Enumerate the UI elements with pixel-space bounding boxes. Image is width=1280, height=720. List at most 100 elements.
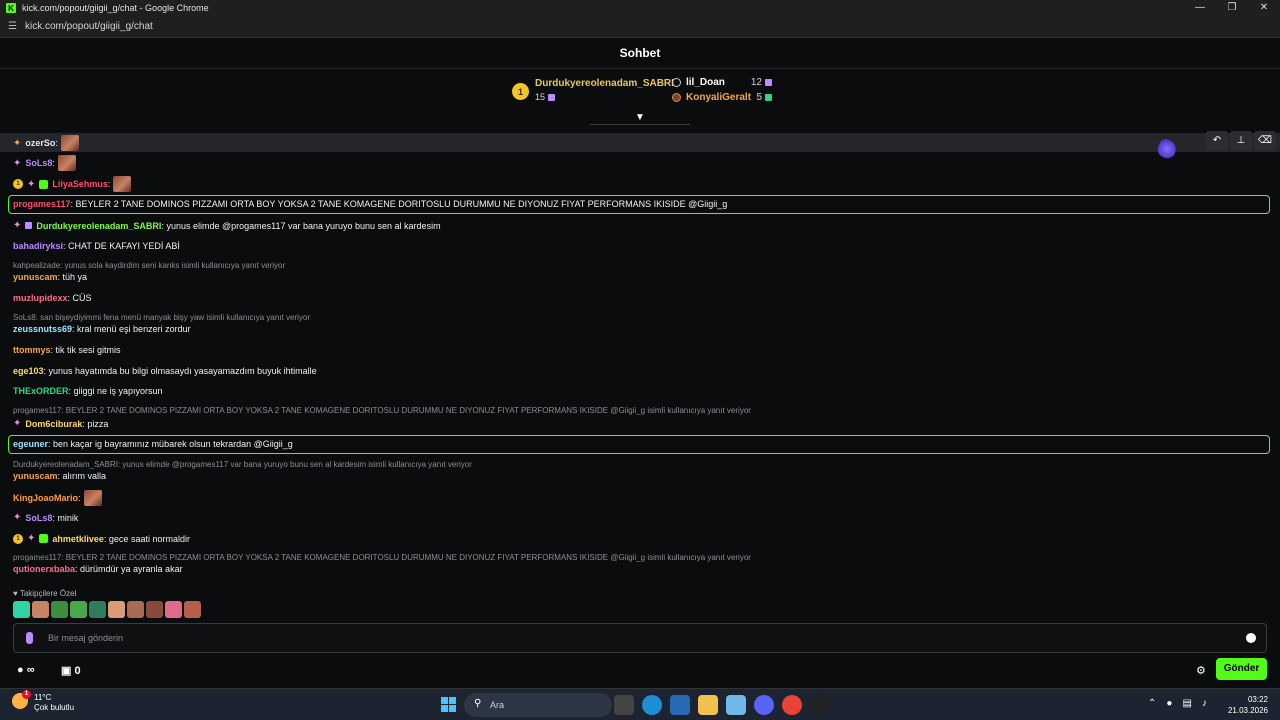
emote-icon[interactable] <box>165 601 182 618</box>
store-app-icon[interactable] <box>670 695 690 715</box>
message-user[interactable]: LiiyaSehmus <box>52 179 108 189</box>
chat-message[interactable]: 1 ✦ ahmetklivee : gece saati normaldir <box>13 533 190 544</box>
pin-icon[interactable]: ⊥ <box>1230 131 1252 151</box>
message-user[interactable]: yunuscam <box>13 471 58 481</box>
emote-icon[interactable] <box>184 601 201 618</box>
emote-icon[interactable] <box>51 601 68 618</box>
message-user[interactable]: yunuscam <box>13 272 58 282</box>
chat-message[interactable]: ✦ SoLs8 : minik <box>13 512 78 523</box>
reply-icon[interactable]: ↶ <box>1206 131 1228 151</box>
message-text: : giiggi ne iş yapıyorsun <box>68 386 163 396</box>
chat-message[interactable]: THExORDER : giiggi ne iş yapıyorsun <box>13 386 163 396</box>
message-user[interactable]: qutionerxbaba <box>13 564 75 574</box>
emote-icon[interactable] <box>146 601 163 618</box>
network-icon[interactable]: ▤ <box>1182 698 1191 709</box>
close-icon[interactable]: ✕ <box>1248 0 1280 16</box>
chat-message[interactable]: bahadiryksi : CHAT DE KAFAYI YEDİ ABİ <box>13 241 180 251</box>
message-user[interactable]: ege103 <box>13 366 44 376</box>
app-icon[interactable] <box>810 695 830 715</box>
weather-widget[interactable]: 1 11°C Çok bulutlu <box>12 690 74 713</box>
edge-icon[interactable] <box>642 695 662 715</box>
chat-message[interactable]: ttommys : tik tik sesi gitmis <box>13 345 121 355</box>
butterfly-badge-icon: ✦ <box>13 512 22 523</box>
maximize-icon[interactable]: ❐ <box>1216 0 1248 16</box>
message-user[interactable]: SoLs8 <box>25 158 52 168</box>
chat-message[interactable]: egeuner : ben kaçar ig bayramınız mübare… <box>13 439 293 449</box>
reply-context[interactable]: Durdukyereolenadam_SABRI: yunus elimde @… <box>13 460 472 469</box>
message-text: : <box>107 179 111 189</box>
chat-message[interactable]: ✦ SoLs8 : <box>13 155 76 171</box>
chat-message[interactable]: muzlupidexx : CÜS <box>13 293 92 303</box>
reply-context[interactable]: progames117: BEYLER 2 TANE DOMINOS PIZZA… <box>13 553 751 562</box>
task-view-icon[interactable] <box>614 695 634 715</box>
microphone-icon[interactable] <box>26 632 33 644</box>
minimize-icon[interactable]: — <box>1184 0 1216 16</box>
settings-gear-icon[interactable]: ⚙ <box>1196 664 1206 677</box>
chat-message[interactable]: ✦ Durdukyereolenadam_SABRI : yunus elimd… <box>13 220 441 231</box>
collapse-icon[interactable]: ▼ <box>634 113 646 123</box>
gift-badge-icon <box>25 222 33 229</box>
message-user[interactable]: Durdukyereolenadam_SABRI <box>36 221 161 231</box>
message-input[interactable]: Bir mesaj gönderin <box>13 623 1267 653</box>
chat-message[interactable]: ✦ Dom6ciburak : pizza <box>13 418 108 429</box>
message-user[interactable]: ttommys <box>13 345 51 355</box>
address-bar[interactable]: ☰ kick.com/popout/giigii_g/chat <box>0 16 1280 38</box>
reply-context[interactable]: SoLs8: san bişeydiyimmi fena menü manyak… <box>13 313 310 322</box>
chat-message[interactable]: ege103 : yunus hayatımda bu bilgi olmasa… <box>13 366 317 376</box>
chrome-icon[interactable] <box>782 695 802 715</box>
chat-message[interactable]: 1 ✦ LiiyaSehmus : <box>13 176 132 192</box>
volume-icon[interactable]: ♪ <box>1202 698 1207 709</box>
clock[interactable]: 03:22 21.03.2026 <box>1228 694 1268 716</box>
emote-icon[interactable] <box>89 601 106 618</box>
delete-icon[interactable]: ⌫ <box>1254 131 1276 151</box>
chat-footer: ● ∞ ▣ 0 ⚙ Gönder <box>0 656 1280 686</box>
chat-message[interactable]: zeussnutss69 : kral menü eşi benzeri zor… <box>13 324 191 334</box>
microphone-tray-icon[interactable]: ● <box>1166 698 1172 709</box>
site-settings-icon[interactable]: ☰ <box>8 21 17 32</box>
message-user[interactable]: KingJoaoMario <box>13 493 78 503</box>
leaderboard-name: lil_Doan <box>686 77 725 88</box>
chat-message[interactable]: yunuscam : tüh ya <box>13 272 87 282</box>
emote-icon[interactable] <box>108 601 125 618</box>
chat-message[interactable]: ✦ ozerSo : <box>13 135 79 151</box>
leaderboard-top-count: 15 <box>535 92 546 102</box>
start-icon[interactable] <box>441 697 456 712</box>
emote-icon[interactable] <box>127 601 144 618</box>
message-user[interactable]: THExORDER <box>13 386 69 396</box>
reply-context[interactable]: progames117: BEYLER 2 TANE DOMINOS PIZZA… <box>13 406 751 415</box>
message-user[interactable]: zeussnutss69 <box>13 324 72 334</box>
message-user[interactable]: Dom6ciburak <box>25 419 82 429</box>
message-user[interactable]: muzlupidexx <box>13 293 68 303</box>
chat-message[interactable]: progames117 : BEYLER 2 TANE DOMINOS PIZZ… <box>13 199 727 209</box>
message-user[interactable]: ahmetklivee <box>52 534 104 544</box>
leaderboard-row[interactable]: lil_Doan 12 <box>672 77 772 88</box>
emote-icon[interactable] <box>32 601 49 618</box>
chevron-up-icon[interactable]: ⌃ <box>1148 698 1156 709</box>
channel-points[interactable]: ● ∞ <box>17 664 35 676</box>
url-text[interactable]: kick.com/popout/giigii_g/chat <box>25 21 153 32</box>
chat-message[interactable]: qutionerxbaba : dürümdür ya ayranla akar <box>13 564 183 574</box>
discord-icon[interactable] <box>754 695 774 715</box>
emoji-icon[interactable] <box>1246 633 1256 643</box>
send-button[interactable]: Gönder <box>1216 658 1267 680</box>
weather-temp: 11°C <box>34 693 52 702</box>
emote-icon <box>83 490 102 506</box>
message-user[interactable]: egeuner <box>13 439 48 449</box>
chat-message[interactable]: yunuscam : alırım valla <box>13 471 106 481</box>
message-text: : kral menü eşi benzeri zordur <box>72 324 191 334</box>
message-user[interactable]: ozerSo <box>25 138 55 148</box>
leaderboard-row[interactable]: KonyaliGeralt 5 <box>672 92 772 103</box>
emote-icon[interactable] <box>13 601 30 618</box>
leaderboard-name: KonyaliGeralt <box>686 92 752 103</box>
reply-context[interactable]: kahpealizade: yunus sola kaydirdim seni … <box>13 261 285 270</box>
store-button[interactable]: ▣ 0 <box>61 664 81 677</box>
taskbar-search[interactable]: ⚲ Ara <box>464 693 612 717</box>
leaderboard-top[interactable]: 1 Durdukyereolenadam_SABRI 15 <box>512 78 674 102</box>
message-user[interactable]: SoLs8 <box>25 513 52 523</box>
folder-icon[interactable] <box>698 695 718 715</box>
message-user[interactable]: progames117 <box>13 199 71 209</box>
emote-icon[interactable] <box>70 601 87 618</box>
chat-message[interactable]: KingJoaoMario : <box>13 490 102 506</box>
settings-app-icon[interactable] <box>726 695 746 715</box>
message-user[interactable]: bahadiryksi <box>13 241 63 251</box>
